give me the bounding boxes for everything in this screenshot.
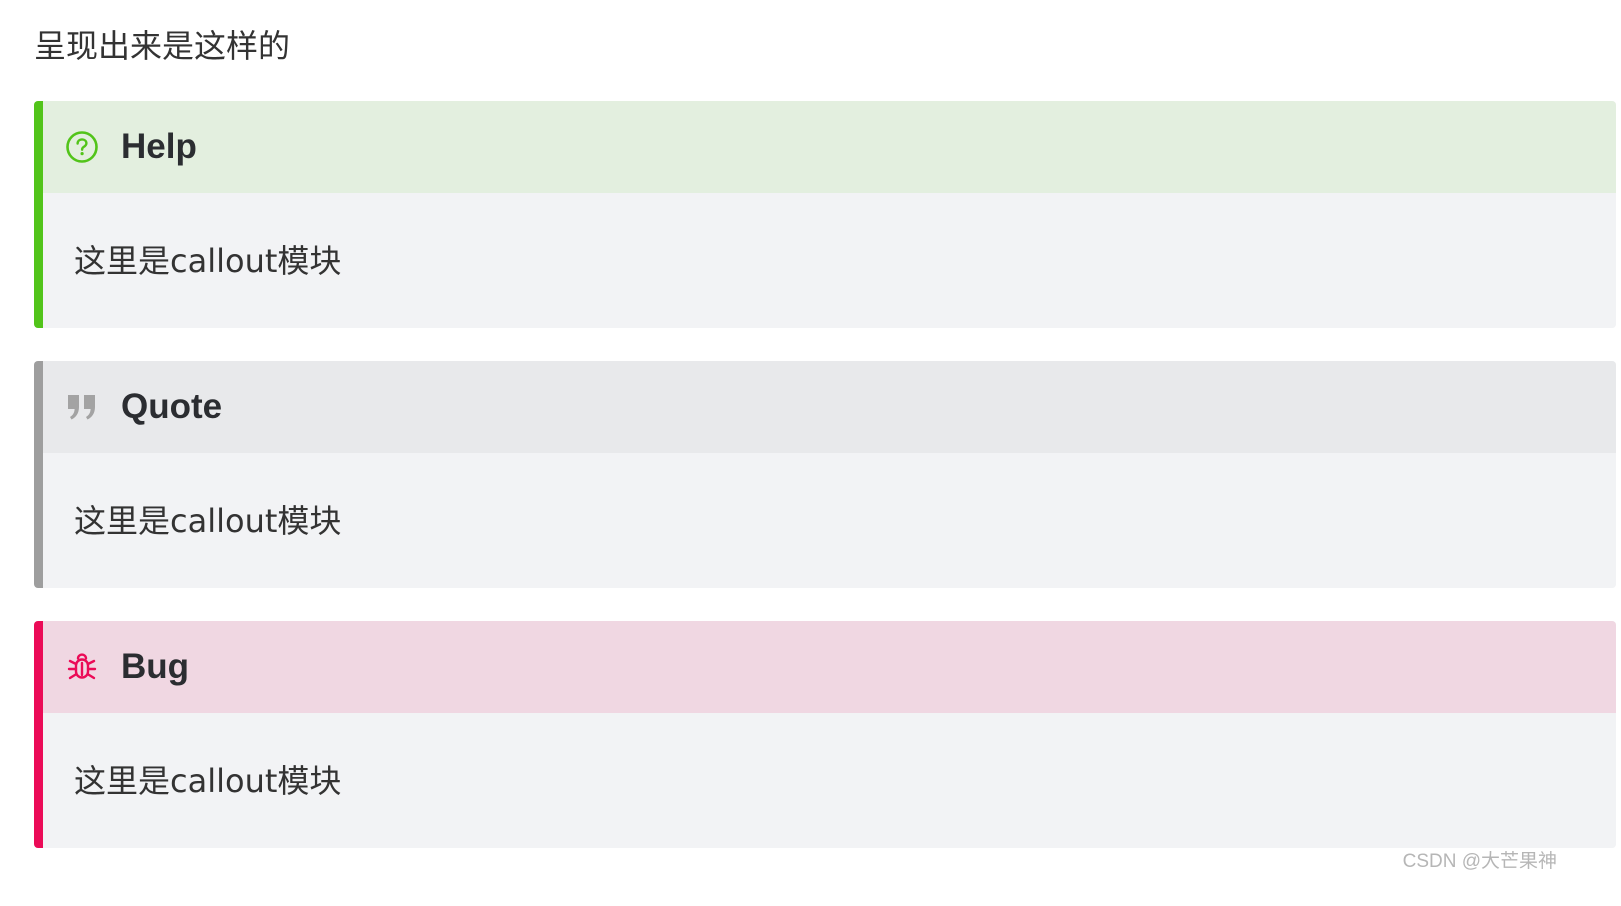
- callout-accent-bar: [34, 101, 43, 328]
- bug-icon: [65, 650, 99, 684]
- callout-body: 这里是callout模块: [43, 193, 1616, 328]
- callout-header[interactable]: Quote: [43, 361, 1616, 453]
- callout-title: Help: [121, 127, 197, 166]
- callout-header[interactable]: Help: [43, 101, 1616, 193]
- callout-bug: Bug 这里是callout模块: [34, 621, 1616, 848]
- callout-body: 这里是callout模块: [43, 713, 1616, 848]
- callout-body: 这里是callout模块: [43, 453, 1616, 588]
- callout-quote: Quote 这里是callout模块: [34, 361, 1616, 588]
- intro-text: 呈现出来是这样的: [34, 27, 291, 65]
- callout-title: Bug: [121, 647, 190, 686]
- callout-title: Quote: [121, 387, 223, 426]
- question-circle-icon: [65, 130, 99, 164]
- callout-content: 这里是callout模块: [74, 242, 342, 280]
- quote-icon: [65, 390, 99, 424]
- callout-content: 这里是callout模块: [74, 762, 342, 800]
- callout-content: 这里是callout模块: [74, 502, 342, 540]
- callout-help: Help 这里是callout模块: [34, 101, 1616, 328]
- callout-accent-bar: [34, 621, 43, 848]
- callout-accent-bar: [34, 361, 43, 588]
- watermark: CSDN @大芒果神: [1402, 851, 1557, 872]
- callout-header[interactable]: Bug: [43, 621, 1616, 713]
